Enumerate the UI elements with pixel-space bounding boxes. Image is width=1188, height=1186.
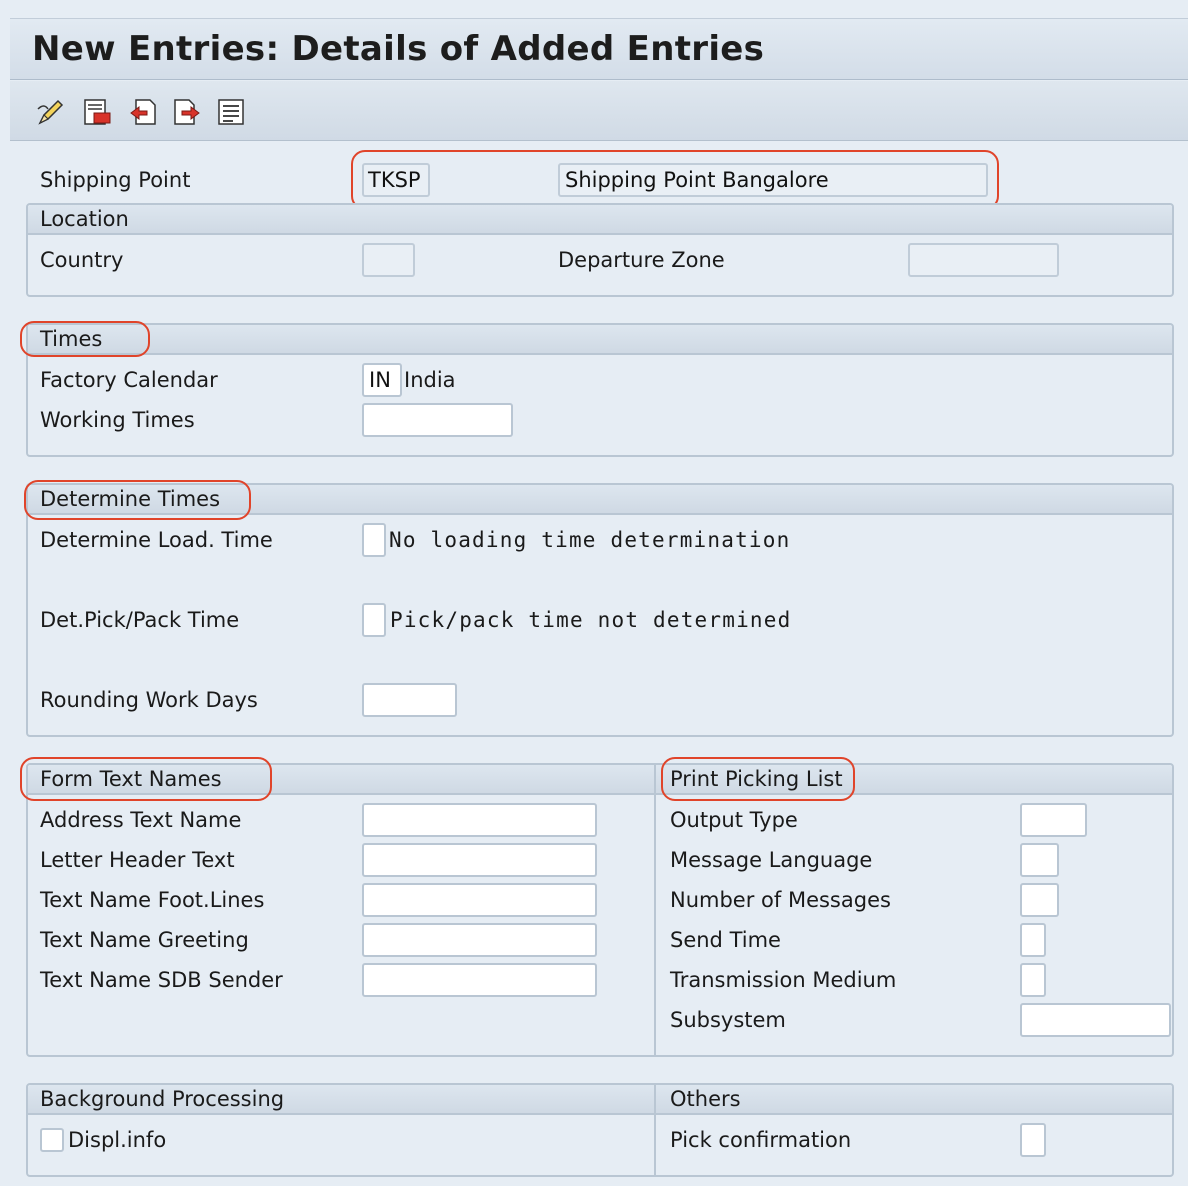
message-language-label: Message Language: [670, 848, 873, 872]
determine-load-time-field[interactable]: [362, 523, 386, 557]
text-name-sdb-sender-label: Text Name SDB Sender: [40, 968, 283, 992]
rounding-work-days-field[interactable]: [362, 683, 457, 717]
factory-calendar-label: Factory Calendar: [40, 368, 218, 392]
det-pick-pack-time-text: Pick/pack time not determined: [390, 608, 792, 632]
text-name-foot-lines-field[interactable]: [362, 883, 597, 917]
subsystem-label: Subsystem: [670, 1008, 786, 1032]
background-processing-title: Background Processing: [40, 1087, 285, 1111]
departure-zone-field[interactable]: [908, 243, 1059, 277]
background-others-divider: [654, 1085, 656, 1175]
country-field[interactable]: [362, 243, 415, 277]
output-type-label: Output Type: [670, 808, 798, 832]
text-name-greeting-field[interactable]: [362, 923, 597, 957]
text-name-sdb-sender-field[interactable]: [362, 963, 597, 997]
send-time-label: Send Time: [670, 928, 781, 952]
departure-zone-label: Departure Zone: [558, 248, 725, 272]
times-title: Times: [40, 327, 103, 351]
forms-picking-group-header: Form Text Names Print Picking List: [28, 765, 1172, 795]
edit-pen-icon[interactable]: [36, 97, 66, 127]
page-title: New Entries: Details of Added Entries: [32, 29, 765, 69]
det-pick-pack-time-field[interactable]: [362, 603, 386, 637]
message-language-field[interactable]: [1020, 843, 1059, 877]
form-text-names-title: Form Text Names: [40, 767, 222, 791]
determine-load-time-text: No loading time determination: [389, 528, 791, 552]
determine-load-time-label: Determine Load. Time: [40, 528, 273, 552]
location-title: Location: [40, 207, 129, 231]
others-title: Others: [670, 1087, 741, 1111]
letter-header-text-field[interactable]: [362, 843, 597, 877]
text-name-greeting-label: Text Name Greeting: [40, 928, 249, 952]
determine-times-title: Determine Times: [40, 487, 221, 511]
application-toolbar: [10, 81, 1188, 141]
working-times-label: Working Times: [40, 408, 195, 432]
delete-entry-icon[interactable]: [82, 97, 112, 127]
working-times-field[interactable]: [362, 403, 513, 437]
rounding-work-days-label: Rounding Work Days: [40, 688, 258, 712]
title-bar: New Entries: Details of Added Entries: [10, 18, 1188, 80]
forms-picking-divider: [654, 765, 656, 1055]
send-time-field[interactable]: [1020, 923, 1046, 957]
displ-info-label: Displ.info: [68, 1128, 167, 1152]
background-others-group-header: Background Processing Others: [28, 1085, 1172, 1115]
transmission-medium-field[interactable]: [1020, 963, 1046, 997]
number-of-messages-field[interactable]: [1020, 883, 1059, 917]
transmission-medium-label: Transmission Medium: [670, 968, 897, 992]
determine-times-group-header: Determine Times: [28, 485, 1172, 515]
print-picking-list-title: Print Picking List: [670, 767, 843, 791]
country-label: Country: [40, 248, 124, 272]
det-pick-pack-time-label: Det.Pick/Pack Time: [40, 608, 240, 632]
previous-entry-icon[interactable]: [128, 97, 158, 127]
letter-header-text-label: Letter Header Text: [40, 848, 235, 872]
document-list-icon[interactable]: [216, 97, 246, 127]
shipping-point-label: Shipping Point: [40, 168, 191, 192]
number-of-messages-label: Number of Messages: [670, 888, 891, 912]
address-text-name-label: Address Text Name: [40, 808, 242, 832]
pick-confirmation-label: Pick confirmation: [670, 1128, 852, 1152]
displ-info-checkbox[interactable]: [40, 1128, 64, 1152]
location-group-header: Location: [28, 205, 1172, 235]
shipping-point-code-field[interactable]: TKSP: [362, 163, 430, 197]
output-type-field[interactable]: [1020, 803, 1087, 837]
address-text-name-field[interactable]: [362, 803, 597, 837]
factory-calendar-field[interactable]: IN: [362, 363, 402, 397]
background-others-group: Background Processing Others: [26, 1083, 1174, 1177]
next-entry-icon[interactable]: [172, 97, 202, 127]
times-group-header: Times: [28, 325, 1172, 355]
shipping-point-description-field[interactable]: Shipping Point Bangalore: [558, 163, 988, 197]
pick-confirmation-field[interactable]: [1020, 1123, 1046, 1157]
factory-calendar-description: India: [404, 368, 456, 392]
text-name-foot-lines-label: Text Name Foot.Lines: [40, 888, 265, 912]
subsystem-field[interactable]: [1020, 1003, 1171, 1037]
